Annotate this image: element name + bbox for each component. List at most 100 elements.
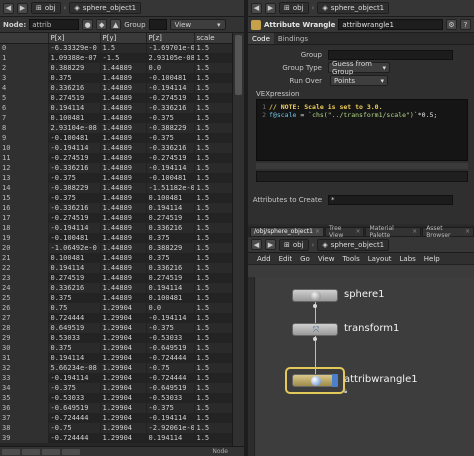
run-over-dropdown[interactable]: Points ▾	[330, 75, 388, 86]
menu-add[interactable]: Add	[257, 255, 271, 263]
table-row[interactable]: 17 -0.274519 1.44889 0.274519 1.5	[0, 213, 233, 223]
table-row[interactable]: 19 -0.100481 1.44889 0.375 1.5	[0, 233, 233, 243]
group-param-input[interactable]	[328, 49, 453, 60]
view-dropdown[interactable]: View ▾	[169, 19, 226, 30]
path-crumb-root[interactable]: ⊞ obj	[279, 238, 309, 251]
column-header[interactable]: P[x]	[48, 33, 101, 44]
column-header[interactable]: P[z]	[146, 33, 195, 44]
node-name-field[interactable]: attribwrangle1	[338, 19, 443, 30]
menu-tools[interactable]: Tools	[342, 255, 359, 263]
table-row[interactable]: 7 0.100481 1.44889 -0.375 1.5	[0, 113, 233, 123]
table-row[interactable]: 32 5.66234e-08 1.29904 -0.75 1.5	[0, 363, 233, 373]
table-row[interactable]: 9 -0.100481 1.44889 -0.375 1.5	[0, 133, 233, 143]
tab-bindings[interactable]: Bindings	[274, 33, 312, 44]
help-icon[interactable]: ?	[460, 19, 471, 30]
path-crumb-object[interactable]: ◈ sphere_object1	[69, 2, 142, 14]
table-row[interactable]: 39 -0.724444 1.29904 0.194114 1.5	[0, 433, 233, 443]
sphere1-node[interactable]	[292, 289, 338, 302]
table-row[interactable]: 28 0.649519 1.29904 -0.375 1.5	[0, 323, 233, 333]
output-connector[interactable]	[313, 337, 317, 341]
table-row[interactable]: 21 0.100481 1.44889 0.375 1.5	[0, 253, 233, 263]
table-row[interactable]: 8 2.93104e-08 1.44889 -0.388229 1.5	[0, 123, 233, 133]
gear-icon[interactable]: ⚙	[446, 19, 457, 30]
table-row[interactable]: 12 -0.336216 1.44889 -0.194114 1.5	[0, 163, 233, 173]
vertices-mode-icon[interactable]: ◆	[96, 19, 108, 30]
menu-go[interactable]: Go	[300, 255, 310, 263]
table-row[interactable]: 2 0.388229 1.44889 0.0 1.5	[0, 63, 233, 73]
horizontal-scrollbar[interactable]: Node	[0, 446, 244, 456]
editor-resize-handle[interactable]	[256, 163, 468, 169]
table-row[interactable]: 13 -0.375 1.44889 -0.100481 1.5	[0, 173, 233, 183]
back-arrow-icon[interactable]: ◀	[251, 239, 262, 250]
table-row[interactable]: 31 0.194114 1.29904 -0.724444 1.5	[0, 353, 233, 363]
output-connector[interactable]	[313, 304, 317, 308]
table-row[interactable]: 22 0.194114 1.44889 0.336216 1.5	[0, 263, 233, 273]
path-crumb-object[interactable]: ◈ sphere_object1	[317, 2, 390, 14]
group-type-dropdown[interactable]: Guess from Group ▾	[328, 60, 390, 76]
node-field[interactable]: attrib	[29, 19, 80, 30]
close-icon[interactable]: ×	[355, 228, 360, 235]
tab-code[interactable]: Code	[248, 33, 274, 44]
table-row[interactable]: 37 -0.724444 1.29904 -0.194114 1.5	[0, 413, 233, 423]
points-mode-icon[interactable]: ●	[82, 19, 94, 30]
back-arrow-icon[interactable]: ◀	[251, 2, 262, 14]
menu-edit[interactable]: Edit	[279, 255, 293, 263]
vertical-scrollbar[interactable]	[232, 33, 244, 448]
menu-view[interactable]: View	[318, 255, 335, 263]
table-row[interactable]: 25 0.375 1.44889 0.100481 1.5	[0, 293, 233, 303]
path-crumb-root[interactable]: ⊞ obj	[31, 2, 61, 14]
forward-arrow-icon[interactable]: ▶	[265, 239, 276, 250]
primitives-mode-icon[interactable]: ▲	[110, 19, 122, 30]
table-row[interactable]: 29 0.53033 1.29904 -0.53033 1.5	[0, 333, 233, 343]
close-icon[interactable]: ×	[465, 228, 470, 235]
wrangle-icon	[311, 376, 321, 386]
table-row[interactable]: 4 0.336216 1.44889 -0.194114 1.5	[0, 83, 233, 93]
vex-code-editor[interactable]: 1 // NOTE: Scale is set to 3.0. 2 f@scal…	[256, 99, 468, 161]
path-crumb-object[interactable]: ◈ sphere_object1	[317, 238, 390, 251]
column-header[interactable]	[0, 33, 49, 44]
table-row[interactable]: 16 -0.336216 1.44889 0.194114 1.5	[0, 203, 233, 213]
table-row[interactable]: 5 0.274519 1.44889 -0.274519 1.5	[0, 93, 233, 103]
table-row[interactable]: 24 0.336216 1.44889 0.194114 1.5	[0, 283, 233, 293]
forward-arrow-icon[interactable]: ▶	[17, 2, 28, 14]
table-row[interactable]: 33 -0.194114 1.29904 -0.724444 1.5	[0, 373, 233, 383]
tab-material-palette[interactable]: Material Palette ×	[365, 225, 422, 239]
display-flag-icon[interactable]	[332, 374, 338, 387]
table-row[interactable]: 11 -0.274519 1.44889 -0.274519 1.5	[0, 153, 233, 163]
menu-labs[interactable]: Labs	[400, 255, 416, 263]
table-row[interactable]: 20 -1.06492e-0 1.44889 0.388229 1.5	[0, 243, 233, 253]
transform1-node[interactable]: ⤧	[292, 323, 338, 336]
attributes-to-create-input[interactable]: *	[328, 194, 453, 205]
column-header[interactable]: P[y]	[100, 33, 147, 44]
table-row[interactable]: 38 -0.75 1.29904 -2.92061e-0 1.5	[0, 423, 233, 433]
table-row[interactable]: 27 0.724444 1.29904 -0.194114 1.5	[0, 313, 233, 323]
column-header[interactable]: scale	[194, 33, 233, 44]
table-row[interactable]: 26 0.75 1.29904 0.0 1.5	[0, 303, 233, 313]
table-row[interactable]: 10 -0.194114 1.44889 -0.336216 1.5	[0, 143, 233, 153]
menu-layout[interactable]: Layout	[368, 255, 392, 263]
table-row[interactable]: 23 0.274519 1.44889 0.274519 1.5	[0, 273, 233, 283]
table-row[interactable]: 3 0.375 1.44889 -0.100481 1.5	[0, 73, 233, 83]
table-row[interactable]: 14 -0.388229 1.44889 -1.51182e-0 1.5	[0, 183, 233, 193]
network-canvas[interactable]: sphere1 ⤧ transform1 attribwrangle1 🔒︎	[256, 277, 474, 456]
table-row[interactable]: 18 -0.194114 1.44889 0.336216 1.5	[0, 223, 233, 233]
table-row[interactable]: 34 -0.375 1.29904 -0.649519 1.5	[0, 383, 233, 393]
close-icon[interactable]: ×	[412, 228, 417, 235]
close-icon[interactable]: ×	[315, 228, 320, 235]
table-row[interactable]: 15 -0.375 1.44889 0.100481 1.5	[0, 193, 233, 203]
table-row[interactable]: 35 -0.53033 1.29904 -0.53033 1.5	[0, 393, 233, 403]
group-field[interactable]	[148, 19, 167, 30]
scrollbar-thumb[interactable]	[235, 35, 242, 95]
table-row[interactable]: 30 0.375 1.29904 -0.649519 1.5	[0, 343, 233, 353]
forward-arrow-icon[interactable]: ▶	[265, 2, 276, 14]
table-row[interactable]: 0 -6.33329e-0 1.5 -1.69701e-0 1.5	[0, 43, 233, 53]
menu-help[interactable]: Help	[424, 255, 440, 263]
table-row[interactable]: 1 1.09388e-07 -1.5 2.93105e-08 1.5	[0, 53, 233, 63]
tab-asset-browser[interactable]: Asset Browser ×	[422, 225, 474, 239]
table-row[interactable]: 36 -0.649519 1.29904 -0.375 1.5	[0, 403, 233, 413]
path-crumb-root[interactable]: ⊞ obj	[279, 2, 309, 14]
tab-network[interactable]: /obj/sphere_object1 ×	[250, 226, 324, 237]
tab-tree-view[interactable]: Tree View ×	[324, 225, 365, 239]
back-arrow-icon[interactable]: ◀	[3, 2, 14, 14]
table-row[interactable]: 6 0.194114 1.44889 -0.336216 1.5	[0, 103, 233, 113]
